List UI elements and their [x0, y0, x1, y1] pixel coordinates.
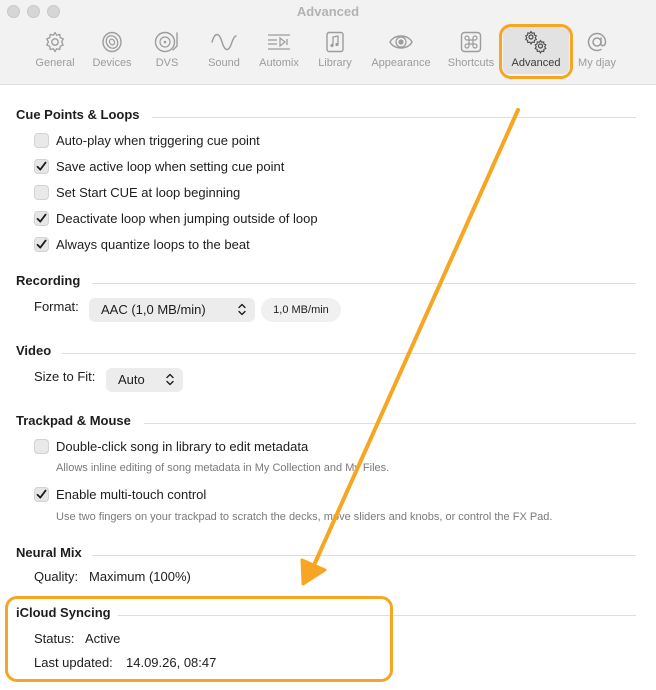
- recording-size-badge: 1,0 MB/min: [261, 298, 341, 322]
- tab-label: Sound: [208, 57, 240, 69]
- gear-icon: [46, 31, 64, 53]
- command-key-icon: [460, 31, 482, 53]
- updown-chevron-icon: [238, 303, 246, 316]
- checkmark-icon: [36, 489, 47, 499]
- format-label: Format:: [34, 299, 79, 314]
- checkbox-label: Save active loop when setting cue point: [56, 159, 285, 174]
- checkbox-label: Auto-play when triggering cue point: [56, 133, 260, 148]
- section-divider: [92, 555, 636, 556]
- annotation-highlight-advanced-tab: [499, 24, 573, 79]
- quality-value: Maximum (100%): [89, 569, 191, 584]
- tab-appearance[interactable]: Appearance: [367, 30, 435, 76]
- checkmark-icon: [36, 161, 47, 171]
- section-divider: [152, 117, 636, 118]
- tab-label: DVS: [155, 57, 179, 69]
- checkbox-double-click-edit[interactable]: [34, 439, 49, 454]
- size-to-fit-value: Auto: [118, 372, 145, 387]
- section-title-neural-mix: Neural Mix: [16, 545, 82, 560]
- tab-label: Devices: [92, 57, 132, 69]
- format-select[interactable]: AAC (1,0 MB/min): [89, 298, 255, 322]
- checkbox-hint: Use two fingers on your trackpad to scra…: [56, 511, 553, 523]
- turntable-icon: [154, 31, 178, 53]
- checkbox-hint: Allows inline editing of song metadata i…: [56, 462, 390, 474]
- checkmark-icon: [36, 213, 47, 223]
- tab-label: Shortcuts: [447, 57, 495, 69]
- tab-dvs[interactable]: DVS: [147, 30, 187, 76]
- checkbox-label: Always quantize loops to the beat: [56, 237, 250, 252]
- tab-shortcuts[interactable]: Shortcuts: [444, 30, 498, 76]
- preferences-window: Advanced General Devices DVS Sound Autom…: [0, 0, 656, 690]
- tab-library[interactable]: Library: [313, 30, 357, 76]
- eye-icon: [389, 35, 413, 49]
- checkbox-label: Deactivate loop when jumping outside of …: [56, 211, 318, 226]
- section-divider: [62, 353, 636, 354]
- tab-label: My djay: [578, 57, 616, 69]
- checkbox-label: Set Start CUE at loop beginning: [56, 185, 241, 200]
- speaker-icon: [102, 31, 122, 53]
- tab-general[interactable]: General: [33, 30, 77, 76]
- format-select-value: AAC (1,0 MB/min): [101, 302, 206, 317]
- checkbox-label: Double-click song in library to edit met…: [56, 439, 309, 454]
- section-title-video: Video: [16, 343, 52, 358]
- annotation-arrow: [300, 108, 520, 586]
- size-to-fit-label: Size to Fit:: [34, 369, 96, 384]
- tab-devices[interactable]: Devices: [88, 30, 136, 76]
- waveform-icon: [211, 33, 237, 51]
- section-title-trackpad: Trackpad & Mouse: [16, 413, 131, 428]
- at-sign-icon: [587, 32, 607, 52]
- annotation-highlight-icloud-section: [5, 596, 393, 682]
- tab-label: General: [35, 57, 75, 69]
- checkbox-start-cue-at-loop[interactable]: [34, 185, 49, 200]
- checkbox-quantize-loops[interactable]: [34, 237, 49, 252]
- checkbox-multi-touch[interactable]: [34, 487, 49, 502]
- tab-label: Appearance: [371, 57, 431, 69]
- checkbox-save-active-loop[interactable]: [34, 159, 49, 174]
- size-to-fit-select[interactable]: Auto: [106, 368, 183, 392]
- section-title-cue-points: Cue Points & Loops: [16, 107, 140, 122]
- tab-automix[interactable]: Automix: [256, 30, 302, 76]
- automix-icon: [268, 34, 290, 50]
- section-divider: [144, 423, 636, 424]
- checkbox-label: Enable multi-touch control: [56, 487, 207, 502]
- tab-label: Library: [318, 57, 352, 69]
- section-title-recording: Recording: [16, 273, 81, 288]
- section-divider: [92, 283, 636, 284]
- checkmark-icon: [36, 239, 47, 249]
- music-library-icon: [326, 31, 344, 53]
- quality-label: Quality:: [34, 569, 79, 584]
- tab-my-djay[interactable]: My djay: [574, 30, 620, 76]
- updown-chevron-icon: [166, 373, 174, 386]
- tab-label: Automix: [259, 57, 299, 69]
- tab-sound[interactable]: Sound: [201, 30, 247, 76]
- checkbox-auto-play[interactable]: [34, 133, 49, 148]
- checkbox-deactivate-loop[interactable]: [34, 211, 49, 226]
- window-title: Advanced: [296, 4, 360, 19]
